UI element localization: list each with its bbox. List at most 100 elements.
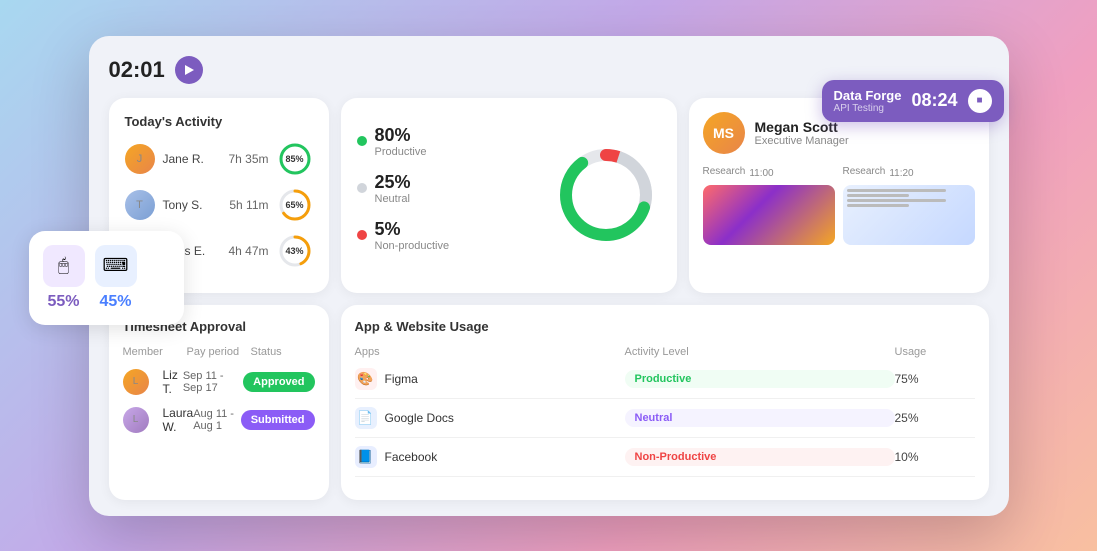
play-button[interactable] <box>175 56 203 84</box>
activity-row-2: T Tony S. 5h 11m 65% <box>125 187 313 223</box>
ts-period-liz: Sep 11 - Sep 17 <box>183 370 243 394</box>
ts-member-liz: L Liz T. <box>123 368 183 396</box>
activity-time-tony: 5h 11m <box>229 198 268 212</box>
activity-title: Today's Activity <box>125 114 313 129</box>
ts-name-laura: Laura W. <box>163 406 194 434</box>
ts-col-member: Member <box>123 346 187 358</box>
progress-tony: 65% <box>277 187 313 223</box>
prod-dot-nonproductive <box>357 230 367 240</box>
progress-chris: 43% <box>277 233 313 269</box>
progress-label-jane: 85% <box>285 154 303 164</box>
screenshots-row: Research 11:00 Research 11:20 <box>703 166 975 245</box>
avatar-laura: L <box>123 407 149 433</box>
screenshot-1-time: 11:00 <box>749 168 773 179</box>
badge-title: Data Forge <box>834 88 902 103</box>
prod-percent-nonproductive: 5% <box>375 219 450 240</box>
avatar-liz: L <box>123 369 149 395</box>
screenshot-2-img <box>843 185 975 245</box>
au-col-activity: Activity Level <box>625 346 895 358</box>
status-liz: Approved <box>243 372 314 392</box>
au-row-gdocs: 📄 Google Docs Neutral 25% <box>355 407 975 438</box>
au-usage-facebook: 10% <box>895 450 975 464</box>
progress-jane: 85% <box>277 141 313 177</box>
progress-label-tony: 65% <box>285 200 303 210</box>
badge-subtitle: API Testing <box>834 103 902 114</box>
screenshot-1-label: Research <box>703 166 746 177</box>
badge-timer: 08:24 <box>911 90 957 111</box>
activity-time-jane: 7h 35m <box>228 152 268 166</box>
prod-percent-productive: 80% <box>375 125 427 146</box>
keyboard-percent: 45% <box>99 293 131 311</box>
au-name-facebook: Facebook <box>385 450 438 464</box>
prod-label-neutral: Neutral <box>375 193 411 205</box>
activity-time-chris: 4h 47m <box>228 244 268 258</box>
prod-stats: 80% Productive 25% Neutral 5% Non-prod <box>357 125 531 266</box>
screenshot-2-time: 11:20 <box>889 168 913 179</box>
main-grid: Today's Activity J Jane R. 7h 35m 85% T … <box>109 98 989 500</box>
timesheet-header: Member Pay period Status <box>123 346 315 358</box>
prod-label-nonproductive: Non-productive <box>375 240 450 252</box>
ts-row-laura: L Laura W. Aug 11 - Aug 1 Submitted <box>123 406 315 434</box>
ts-row-liz: L Liz T. Sep 11 - Sep 17 Approved <box>123 368 315 396</box>
profile-avatar: MS <box>703 112 745 154</box>
badge-text-group: Data Forge API Testing <box>834 88 902 114</box>
prod-item-nonproductive: 5% Non-productive <box>357 219 531 252</box>
au-name-figma: Figma <box>385 372 418 386</box>
au-activity-facebook: Non-Productive <box>625 448 895 466</box>
activity-name-tony: Tony S. <box>163 198 230 212</box>
activity-name-jane: Jane R. <box>163 152 229 166</box>
app-usage-title: App & Website Usage <box>355 319 975 334</box>
keyboard-icon-box: ⌨ <box>95 245 137 287</box>
mouse-keyboard-card: 🖱 55% ⌨ 45% <box>29 231 184 325</box>
screenshot-1: Research 11:00 <box>703 166 835 245</box>
facebook-icon: 📘 <box>355 446 377 468</box>
au-col-usage: Usage <box>895 346 975 358</box>
avatar-tony: T <box>125 190 155 220</box>
profile-card: Data Forge API Testing 08:24 MS Megan Sc… <box>689 98 989 293</box>
prod-item-productive: 80% Productive <box>357 125 531 158</box>
main-container: 02:01 🖱 55% ⌨ 45% Today's Activity J Jan… <box>89 36 1009 516</box>
donut-chart <box>551 140 661 250</box>
timer-display: 02:01 <box>109 57 165 83</box>
au-usage-figma: 75% <box>895 372 975 386</box>
ts-member-laura: L Laura W. <box>123 406 194 434</box>
au-row-facebook: 📘 Facebook Non-Productive 10% <box>355 446 975 477</box>
prod-percent-neutral: 25% <box>375 172 411 193</box>
screenshot-1-img <box>703 185 835 245</box>
ts-name-liz: Liz T. <box>163 368 183 396</box>
activity-row-1: J Jane R. 7h 35m 85% <box>125 141 313 177</box>
app-usage-card: App & Website Usage Apps Activity Level … <box>341 305 989 500</box>
au-col-apps: Apps <box>355 346 625 358</box>
mouse-percent: 55% <box>47 293 79 311</box>
au-activity-gdocs: Neutral <box>625 409 895 427</box>
data-forge-badge: Data Forge API Testing 08:24 <box>822 80 1004 122</box>
avatar-jane: J <box>125 144 155 174</box>
productivity-card: 80% Productive 25% Neutral 5% Non-prod <box>341 98 677 293</box>
figma-icon: 🎨 <box>355 368 377 390</box>
gdocs-icon: 📄 <box>355 407 377 429</box>
au-app-figma: 🎨 Figma <box>355 368 625 390</box>
prod-item-neutral: 25% Neutral <box>357 172 531 205</box>
prod-label-productive: Productive <box>375 146 427 158</box>
profile-title: Executive Manager <box>755 135 849 147</box>
au-row-figma: 🎨 Figma Productive 75% <box>355 368 975 399</box>
timesheet-card: Timesheet Approval Member Pay period Sta… <box>109 305 329 500</box>
screenshot-2: Research 11:20 <box>843 166 975 245</box>
progress-label-chris: 43% <box>285 246 303 256</box>
prod-dot-productive <box>357 136 367 146</box>
au-header: Apps Activity Level Usage <box>355 346 975 358</box>
screenshot-2-label: Research <box>843 166 886 177</box>
au-app-gdocs: 📄 Google Docs <box>355 407 625 429</box>
ts-col-period: Pay period <box>187 346 251 358</box>
stop-button[interactable] <box>968 89 992 113</box>
status-laura: Submitted <box>241 410 315 430</box>
au-activity-figma: Productive <box>625 370 895 388</box>
au-name-gdocs: Google Docs <box>385 411 454 425</box>
ts-col-status: Status <box>251 346 315 358</box>
mouse-icon-box: 🖱 <box>43 245 85 287</box>
prod-dot-neutral <box>357 183 367 193</box>
au-app-facebook: 📘 Facebook <box>355 446 625 468</box>
profile-info: Megan Scott Executive Manager <box>755 119 849 147</box>
ts-period-laura: Aug 11 - Aug 1 <box>193 408 241 432</box>
au-usage-gdocs: 25% <box>895 411 975 425</box>
